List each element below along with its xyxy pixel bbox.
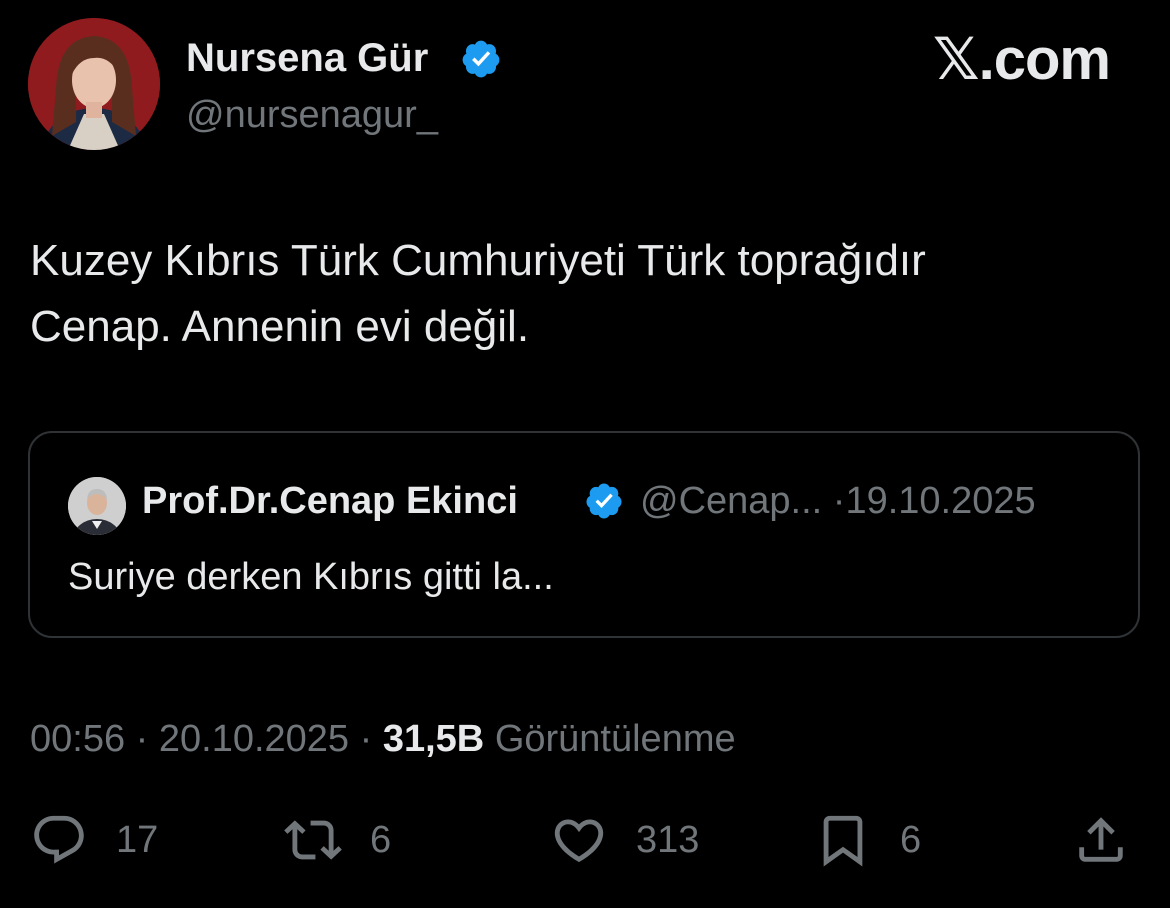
quoted-author-handle[interactable]: @Cenap...	[640, 480, 822, 522]
like-count: 313	[636, 819, 700, 861]
author-name[interactable]: Nursena Gür	[186, 34, 428, 82]
verified-icon	[460, 38, 502, 80]
quoted-tweet-meta: @Cenap... ·19.10.2025	[640, 477, 1036, 525]
share-upload-icon	[1079, 817, 1123, 862]
heart-icon	[554, 819, 604, 863]
meta-separator: ·	[832, 480, 846, 522]
meta-separator: ·	[359, 718, 373, 760]
bookmark-icon	[823, 815, 863, 867]
like-button[interactable]: 313	[550, 808, 699, 872]
tweet-meta: 00:56 · 20.10.2025 · 31,5B Görüntülenme	[30, 716, 736, 762]
repost-count: 6	[370, 819, 392, 861]
quoted-tweet-card[interactable]: Prof.Dr.Cenap Ekinci @Cenap... ·19.10.20…	[28, 431, 1140, 638]
share-button[interactable]	[1072, 808, 1130, 872]
bookmark-count: 6	[900, 819, 922, 861]
quoted-tweet-date[interactable]: 19.10.2025	[845, 480, 1035, 522]
bookmark-button[interactable]: 6	[814, 808, 921, 872]
reply-count: 17	[116, 819, 159, 861]
repost-arrows-icon	[284, 820, 342, 860]
quoted-author-avatar[interactable]	[68, 477, 126, 535]
reply-button[interactable]: 17	[30, 808, 158, 872]
tweet-text: Kuzey Kıbrıs Türk Cumhuriyeti Türk topra…	[30, 236, 926, 351]
brand-logo: 𝕏.com	[932, 27, 1111, 92]
quoted-tweet-text: Suriye derken Kıbrıs gitti la...	[68, 556, 554, 598]
views-label: Görüntülenme	[494, 718, 736, 760]
repost-button[interactable]: 6	[284, 808, 391, 872]
author-avatar[interactable]	[28, 18, 160, 150]
verified-icon	[584, 481, 624, 521]
quoted-author-name[interactable]: Prof.Dr.Cenap Ekinci	[142, 477, 518, 525]
speech-bubble-icon	[34, 815, 84, 864]
views-count[interactable]: 31,5B	[383, 718, 484, 760]
tweet-time[interactable]: 00:56	[30, 718, 125, 760]
author-handle[interactable]: @nursenagur_	[186, 92, 438, 138]
meta-separator: ·	[135, 718, 149, 760]
tweet-date[interactable]: 20.10.2025	[159, 718, 349, 760]
